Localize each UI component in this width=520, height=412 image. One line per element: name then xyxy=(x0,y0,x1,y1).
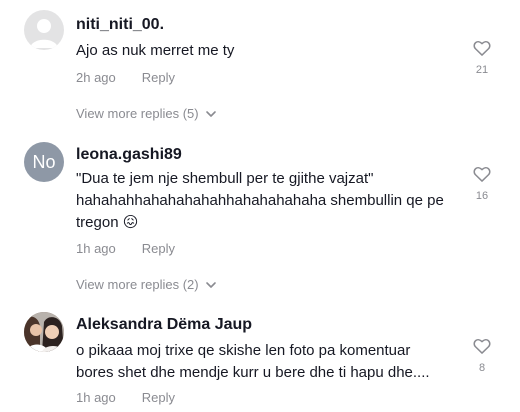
comment-text: o pikaaa moj trixe qe skishe len foto pa… xyxy=(76,342,430,381)
view-more-replies-button[interactable]: View more replies (2) xyxy=(76,277,217,292)
comment-meta: 2h ago Reply xyxy=(76,70,175,85)
profile-photo xyxy=(24,312,64,352)
avatar[interactable] xyxy=(24,312,64,352)
default-user-icon xyxy=(30,19,58,48)
comment-item: Aleksandra Dëma Jaup o pikaaa moj trixe … xyxy=(0,300,520,412)
avatar[interactable]: No xyxy=(24,142,64,182)
like-count: 16 xyxy=(475,190,489,202)
like-count: 8 xyxy=(478,362,486,374)
like-count: 21 xyxy=(475,64,489,76)
comment-item: No leona.gashi89 "Dua te jem nje shembul… xyxy=(0,130,520,300)
comment-time: 1h ago xyxy=(76,390,116,405)
comment-meta: 1h ago Reply xyxy=(76,241,175,256)
heart-icon[interactable] xyxy=(472,336,492,356)
comment-text: Ajo as nuk merret me ty xyxy=(76,42,235,59)
comment-username[interactable]: leona.gashi89 xyxy=(76,146,182,164)
comment-username[interactable]: Aleksandra Dëma Jaup xyxy=(76,316,252,334)
view-more-label: View more replies (2) xyxy=(76,277,199,292)
like-control: 8 xyxy=(466,336,498,374)
comment-item: niti_niti_00. Ajo as nuk merret me ty 2h… xyxy=(0,0,520,130)
comment-time: 1h ago xyxy=(76,241,116,256)
heart-icon[interactable] xyxy=(472,164,492,184)
reply-button[interactable]: Reply xyxy=(142,390,175,405)
chevron-down-icon xyxy=(205,281,216,288)
comment-time: 2h ago xyxy=(76,70,116,85)
avatar[interactable] xyxy=(24,10,64,50)
view-more-label: View more replies (5) xyxy=(76,106,199,121)
avatar-initials: No xyxy=(32,151,56,172)
like-control: 16 xyxy=(466,164,498,202)
chevron-down-icon xyxy=(205,110,216,117)
heart-icon[interactable] xyxy=(472,38,492,58)
reply-button[interactable]: Reply xyxy=(142,241,175,256)
comment-username[interactable]: niti_niti_00. xyxy=(76,16,164,34)
view-more-replies-button[interactable]: View more replies (5) xyxy=(76,106,217,121)
comment-meta: 1h ago Reply xyxy=(76,390,175,405)
like-control: 21 xyxy=(466,38,498,76)
reply-button[interactable]: Reply xyxy=(142,70,175,85)
comment-text: "Dua te jem nje shembull per te gjithe v… xyxy=(76,170,444,231)
